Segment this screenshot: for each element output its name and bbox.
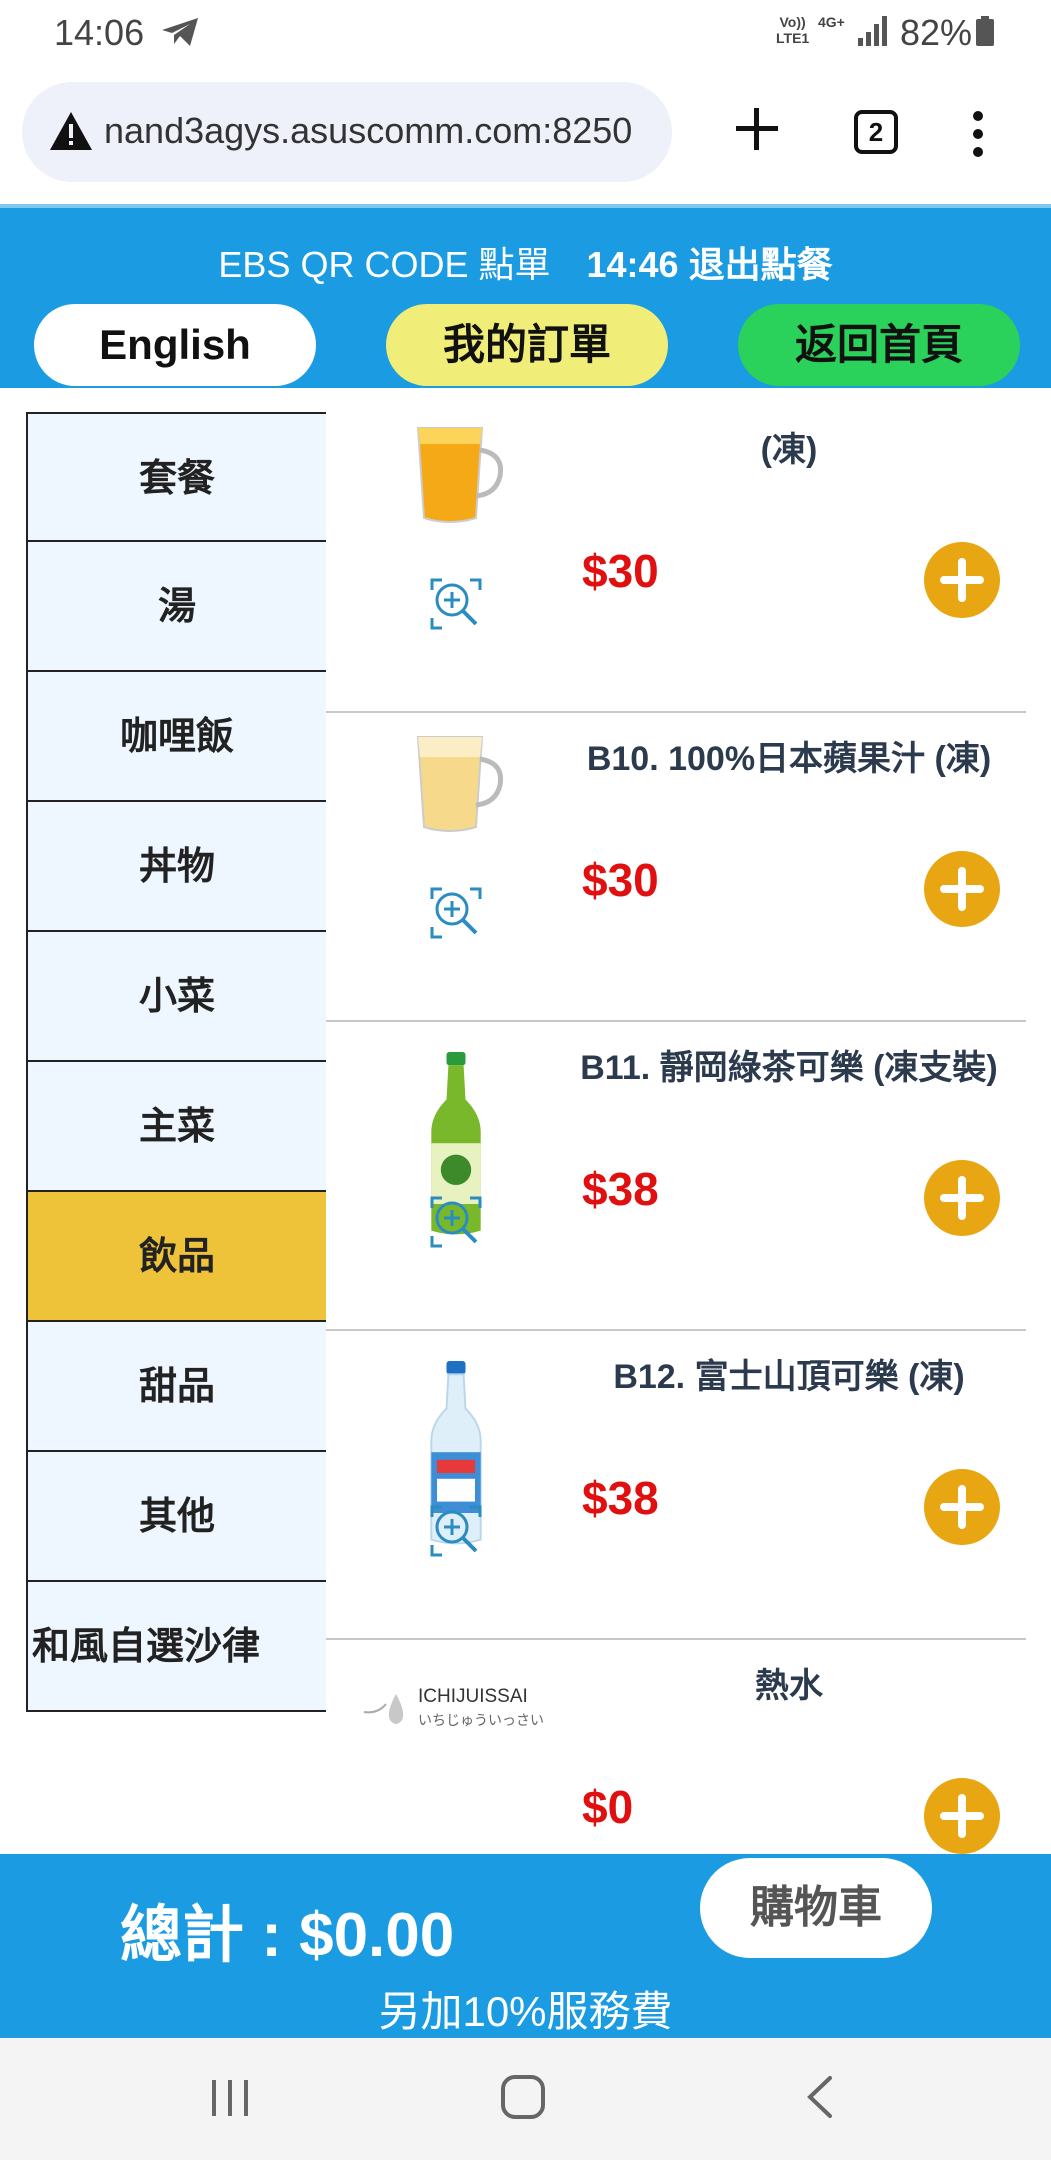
add-to-cart-icon[interactable] [924, 1778, 1000, 1854]
app-title: EBS QR CODE 點單 [218, 244, 551, 285]
status-time: 14:06 [54, 12, 145, 53]
logo-text: ICHIJUISSAI [418, 1686, 528, 1707]
category-donburi[interactable]: 丼物 [26, 802, 326, 932]
category-side-dish[interactable]: 小菜 [26, 932, 326, 1062]
category-other[interactable]: 其他 [26, 1452, 326, 1582]
cart-summary-bar: 總計 : $0.00 購物車 另加10%服務費 [0, 1854, 1051, 2038]
category-dessert[interactable]: 甜品 [26, 1322, 326, 1452]
product-price: $0 [582, 1781, 634, 1833]
network-type: 4G+ [818, 14, 845, 30]
zoom-icon[interactable] [430, 887, 482, 939]
tab-switcher-button[interactable]: 2 [854, 110, 898, 154]
battery-icon [976, 16, 994, 46]
category-main-dish[interactable]: 主菜 [26, 1062, 326, 1192]
product-price: $38 [582, 1163, 659, 1215]
product-card: B12. 富士山頂可樂 (凍) $38 [326, 1331, 1026, 1640]
product-card: B11. 靜岡綠茶可樂 (凍支裝) $38 [326, 1022, 1026, 1331]
english-button[interactable]: English [34, 304, 316, 386]
system-nav-bar [0, 2038, 1051, 2160]
add-to-cart-icon[interactable] [924, 851, 1000, 927]
home-icon[interactable] [500, 2074, 546, 2120]
warning-icon[interactable] [48, 110, 94, 152]
product-list: (凍) $30 B10. 100%日本蘋果汁 (凍) $30 B11. 靜岡綠茶… [326, 404, 1026, 1949]
shopping-cart-button[interactable]: 購物車 [700, 1858, 932, 1958]
browser-toolbar: nand3agys.asuscomm.com:8250 2 [0, 66, 1051, 204]
home-button[interactable]: 返回首頁 [738, 304, 1020, 386]
recent-apps-icon[interactable] [208, 2078, 252, 2118]
new-tab-icon[interactable] [734, 106, 780, 152]
product-card: B10. 100%日本蘋果汁 (凍) $30 [326, 713, 1026, 1022]
category-soup[interactable]: 湯 [26, 542, 326, 672]
app-header: EBS QR CODE 點單 14:46 退出點餐 English 我的訂單 返… [0, 204, 1051, 388]
header-title: EBS QR CODE 點單 14:46 退出點餐 [0, 236, 1051, 288]
category-menu: 套餐 湯 咖哩飯 丼物 小菜 主菜 飲品 甜品 其他 和風自選沙律 [26, 412, 326, 1712]
product-price: $30 [582, 854, 659, 906]
category-set-meal[interactable]: 套餐 [26, 412, 326, 542]
product-name: (凍) [760, 431, 818, 469]
orange-juice-image[interactable] [406, 414, 506, 534]
menu-icon[interactable] [968, 110, 988, 158]
product-name: 熱水 [755, 1667, 823, 1705]
product-card: (凍) $30 [326, 404, 1026, 713]
add-to-cart-icon[interactable] [924, 1469, 1000, 1545]
zoom-icon[interactable] [430, 1505, 482, 1557]
back-icon[interactable] [800, 2074, 840, 2120]
apple-juice-image[interactable] [406, 723, 506, 843]
add-to-cart-icon[interactable] [924, 1160, 1000, 1236]
product-name: B10. 100%日本蘋果汁 (凍) [586, 740, 992, 778]
signal-icon [858, 16, 887, 46]
product-name: B11. 靜岡綠茶可樂 (凍支裝) [580, 1049, 998, 1087]
url-text[interactable]: nand3agys.asuscomm.com:8250 [104, 110, 632, 152]
battery-level: 82% [900, 12, 973, 53]
category-salad[interactable]: 和風自選沙律 [26, 1582, 326, 1712]
my-order-button[interactable]: 我的訂單 [386, 304, 668, 386]
service-charge-note: 另加10%服務費 [378, 1988, 673, 2035]
exit-ordering-link[interactable]: 14:46 退出點餐 [587, 244, 833, 285]
product-name: B12. 富士山頂可樂 (凍) [613, 1358, 965, 1396]
total-amount: 總計 : $0.00 [120, 1901, 455, 1970]
category-drinks[interactable]: 飲品 [26, 1192, 326, 1322]
product-price: $30 [582, 545, 659, 597]
zoom-icon[interactable] [430, 1196, 482, 1248]
status-bar: 14:06 Vo)) LTE1 4G+ 82% [0, 0, 1051, 66]
address-bar[interactable]: nand3agys.asuscomm.com:8250 [22, 82, 672, 182]
category-curry-rice[interactable]: 咖哩飯 [26, 672, 326, 802]
water-drop-icon [363, 1694, 404, 1724]
zoom-icon[interactable] [430, 578, 482, 630]
ichijuissai-logo: ICHIJUISSAI いちじゅういっさい [362, 1684, 562, 1744]
telegram-icon [162, 18, 198, 46]
volte-indicator: Vo)) LTE1 [776, 14, 810, 46]
add-to-cart-icon[interactable] [924, 542, 1000, 618]
product-price: $38 [582, 1472, 659, 1524]
logo-subtext: いちじゅういっさい [418, 1713, 544, 1729]
